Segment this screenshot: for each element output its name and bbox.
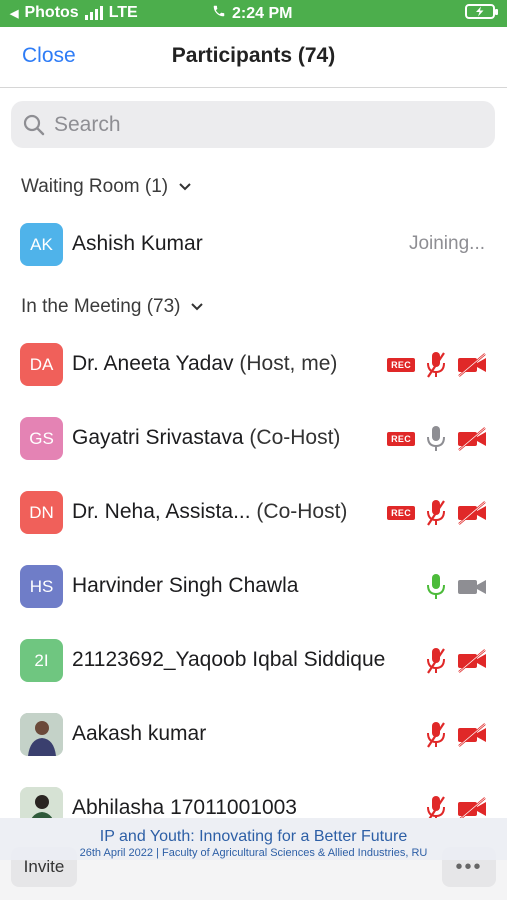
back-arrow-icon: ◀: [10, 7, 19, 20]
recording-badge: REC: [387, 358, 415, 372]
video-off-icon: [458, 427, 486, 451]
video-off-icon: [458, 501, 486, 525]
avatar: AK: [20, 223, 63, 266]
avatar: HS: [20, 565, 63, 608]
participant-role: (Co-Host): [249, 426, 341, 449]
chevron-down-icon: [179, 183, 191, 191]
participant-name: Aakash kumar: [72, 722, 207, 745]
participant-name: Harvinder Singh Chawla: [72, 574, 299, 597]
muted-mic-icon: [427, 722, 445, 748]
recording-badge: REC: [387, 432, 415, 446]
mic-icon: [427, 426, 445, 451]
avatar: GS: [20, 417, 63, 460]
banner-subtitle: 26th April 2022 | Faculty of Agricultura…: [79, 847, 428, 859]
video-off-icon: [458, 649, 486, 673]
video-off-icon: [458, 723, 486, 747]
network-label: LTE: [108, 4, 138, 21]
participant-status-icons: REC: [387, 348, 487, 382]
participant-name-text: Gayatri Srivastava: [72, 426, 244, 449]
participant-name: Ashish Kumar: [72, 232, 203, 255]
participant-name: Gayatri Srivastava (Co-Host): [72, 426, 340, 450]
participant-row[interactable]: Aakash kumar: [0, 705, 507, 765]
muted-mic-icon: [427, 500, 445, 526]
cellular-signal-icon: [84, 6, 103, 20]
participant-status-icons: [425, 718, 487, 752]
page-title: Participants (74): [171, 44, 336, 67]
participant-name: Dr. Aneeta Yadav (Host, me): [72, 352, 337, 376]
participant-row[interactable]: DN Dr. Neha, Assista... (Co-Host) REC: [0, 483, 507, 543]
participant-status-icons: [425, 570, 487, 604]
participant-name: Abhilasha 17011001003: [72, 796, 297, 819]
search-bar[interactable]: [11, 101, 495, 148]
participant-row[interactable]: DA Dr. Aneeta Yadav (Host, me) REC: [0, 335, 507, 395]
active-mic-icon: [427, 574, 445, 599]
participant-row[interactable]: HS Harvinder Singh Chawla: [0, 557, 507, 617]
search-input[interactable]: [52, 109, 476, 141]
status-bar: ◀ Photos LTE 2:24 PM: [0, 0, 507, 27]
status-bar-center: 2:24 PM: [212, 4, 292, 23]
participant-row[interactable]: 2I 21123692_Yaqoob Iqbal Siddique: [0, 631, 507, 691]
chevron-down-icon: [191, 303, 204, 311]
event-banner: IP and Youth: Innovating for a Better Fu…: [0, 818, 507, 860]
muted-mic-icon: [427, 352, 445, 378]
participant-status-icons: [425, 644, 487, 678]
in-meeting-header[interactable]: In the Meeting (73): [21, 296, 204, 318]
waiting-participant-row[interactable]: AK Ashish Kumar Joining...: [0, 215, 507, 275]
battery-icon: [465, 4, 498, 19]
participants-header: Close Participants (74): [0, 27, 507, 88]
avatar-photo: [20, 713, 63, 756]
participant-role: (Host, me): [239, 352, 338, 375]
participant-name: 21123692_Yaqoob Iqbal Siddique: [72, 648, 386, 671]
avatar: 2I: [20, 639, 63, 682]
avatar: DA: [20, 343, 63, 386]
participant-role: (Co-Host): [256, 500, 348, 523]
search-icon: [23, 114, 45, 136]
status-bar-left[interactable]: ◀ Photos LTE: [10, 4, 138, 22]
clock-time: 2:24 PM: [232, 4, 293, 22]
participant-status-icons: REC: [387, 422, 487, 456]
participant-name-text: Dr. Neha, Assista...: [72, 500, 251, 523]
video-icon: [458, 580, 486, 594]
video-off-icon: [458, 353, 486, 377]
participant-name-text: Dr. Aneeta Yadav: [72, 352, 234, 375]
muted-mic-icon: [427, 648, 445, 674]
participant-row[interactable]: GS Gayatri Srivastava (Co-Host) REC: [0, 409, 507, 469]
waiting-room-header[interactable]: Waiting Room (1): [21, 176, 192, 198]
avatar: DN: [20, 491, 63, 534]
participant-status-icons: REC: [387, 496, 487, 530]
phone-call-icon: [212, 4, 226, 23]
recording-badge: REC: [387, 506, 415, 520]
participant-name: Dr. Neha, Assista... (Co-Host): [72, 500, 347, 524]
banner-title: IP and Youth: Innovating for a Better Fu…: [99, 828, 408, 845]
in-meeting-label: In the Meeting (73): [21, 296, 181, 317]
joining-status: Joining...: [408, 233, 485, 254]
waiting-room-label: Waiting Room (1): [21, 176, 169, 197]
back-app-label: Photos: [24, 4, 79, 21]
